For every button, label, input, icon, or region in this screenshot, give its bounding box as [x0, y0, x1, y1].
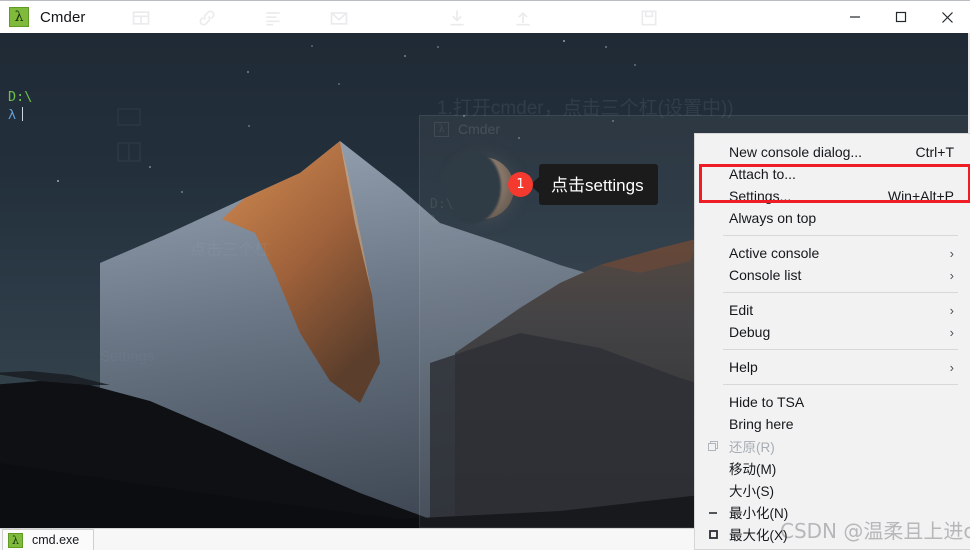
menu-item-16[interactable]: 移动(M) [695, 457, 970, 479]
lambda-icon: λ [8, 532, 23, 548]
menu-item-3[interactable]: Always on top [695, 207, 970, 229]
link-icon [196, 8, 218, 28]
chevron-right-icon: › [949, 267, 954, 283]
context-menu[interactable]: New console dialog... Ctrl+T Attach to... S… [694, 133, 970, 550]
menu-item-shortcut: Win+Alt+P [887, 188, 954, 204]
menu-item-11[interactable]: Help › [695, 356, 970, 378]
upload-icon [512, 8, 534, 28]
ghost-instruction-2: 点击三个杠 [190, 242, 271, 259]
lambda-icon: λ [9, 7, 29, 27]
ghost-sidebar-icons [117, 108, 141, 162]
menu-item-17[interactable]: 大小(S) [695, 479, 970, 501]
menu-item-label: 最大化(X) [729, 528, 788, 543]
prompt-path: D:\ [8, 89, 33, 105]
maximize-icon[interactable] [878, 1, 924, 33]
menu-item-5[interactable]: Active console › [695, 242, 970, 264]
menu-item-label: Bring here [729, 416, 794, 432]
menu-item-label: Always on top [729, 210, 817, 226]
restore-icon [707, 440, 719, 452]
console-tab-cmd-exe[interactable]: λ cmd.exe [2, 529, 95, 550]
close-icon[interactable] [924, 1, 970, 33]
menu-separator [723, 349, 958, 350]
csdn-watermark: CSDN @温柔且上进c [780, 519, 970, 543]
menu-item-label: Hide to TSA [729, 394, 805, 410]
menu-item-6[interactable]: Console list › [695, 264, 970, 286]
minimize-icon [707, 506, 719, 518]
ghost-instruction-1: 1.打开cmder，点击三个杠(设置中)) [437, 98, 734, 119]
menu-separator [723, 292, 958, 293]
menu-item-label: Help [729, 359, 758, 375]
menu-item-label: Attach to... [729, 166, 796, 182]
menu-item-shortcut: Ctrl+T [915, 144, 955, 160]
menu-item-15: 还原(R) [695, 435, 970, 457]
menu-item-label: New console dialog... [729, 144, 863, 160]
menu-item-label: Debug [729, 324, 771, 340]
envelope-icon [328, 8, 350, 28]
callout-annotation: 1 点击settings [508, 164, 658, 205]
ghost-toolbar-icons [130, 1, 660, 34]
window-controls[interactable] [832, 1, 970, 33]
menu-item-0[interactable]: New console dialog... Ctrl+T [695, 141, 970, 163]
table-icon [130, 8, 152, 28]
window-title: Cmder [40, 8, 86, 26]
menu-separator [723, 384, 958, 385]
menu-item-label: Active console [729, 245, 820, 261]
menu-item-label: Edit [729, 302, 754, 318]
menu-item-label: 移动(M) [729, 462, 777, 477]
chevron-right-icon: › [949, 302, 954, 318]
menu-item-label: 还原(R) [729, 440, 775, 455]
title-bar[interactable]: λ Cmder [0, 0, 970, 33]
cmder-window: λ Cmder D:\ λ 1.打开cmder，点击三个杠(设置中)) 点击三个杠… [0, 0, 970, 550]
menu-item-label: Console list [729, 267, 802, 283]
menu-item-label: 大小(S) [729, 484, 774, 499]
ghost-instruction-3: Settings [100, 348, 155, 365]
minimize-icon[interactable] [832, 1, 878, 33]
menu-item-2[interactable]: Settings... Win+Alt+P [695, 185, 970, 207]
chevron-right-icon: › [949, 245, 954, 261]
menu-item-13[interactable]: Hide to TSA [695, 391, 970, 413]
background-ghost-titlebar: λ Cmder [434, 121, 500, 137]
terminal-prompt: D:\ λ [8, 88, 32, 124]
save-icon [638, 8, 660, 28]
menu-item-1[interactable]: Attach to... [695, 163, 970, 185]
lambda-icon: λ [434, 121, 449, 137]
chevron-right-icon: › [949, 324, 954, 340]
menu-item-14[interactable]: Bring here [695, 413, 970, 435]
ghost-window-title: Cmder [458, 121, 501, 137]
terminal-cursor [22, 107, 24, 121]
menu-item-label: Settings... [729, 188, 792, 204]
callout-step-badge: 1 [508, 172, 533, 197]
menu-item-8[interactable]: Edit › [695, 299, 970, 321]
prompt-symbol: λ [8, 107, 17, 123]
maximize-icon [707, 528, 719, 540]
menu-item-9[interactable]: Debug › [695, 321, 970, 343]
download-icon [446, 8, 468, 28]
callout-text: 点击settings [539, 164, 658, 205]
chevron-right-icon: › [949, 359, 954, 375]
ghost-prompt: D:\ λ [430, 197, 454, 229]
list-icon [262, 8, 284, 28]
console-tab-label: cmd.exe [32, 533, 80, 547]
menu-separator [723, 235, 958, 236]
